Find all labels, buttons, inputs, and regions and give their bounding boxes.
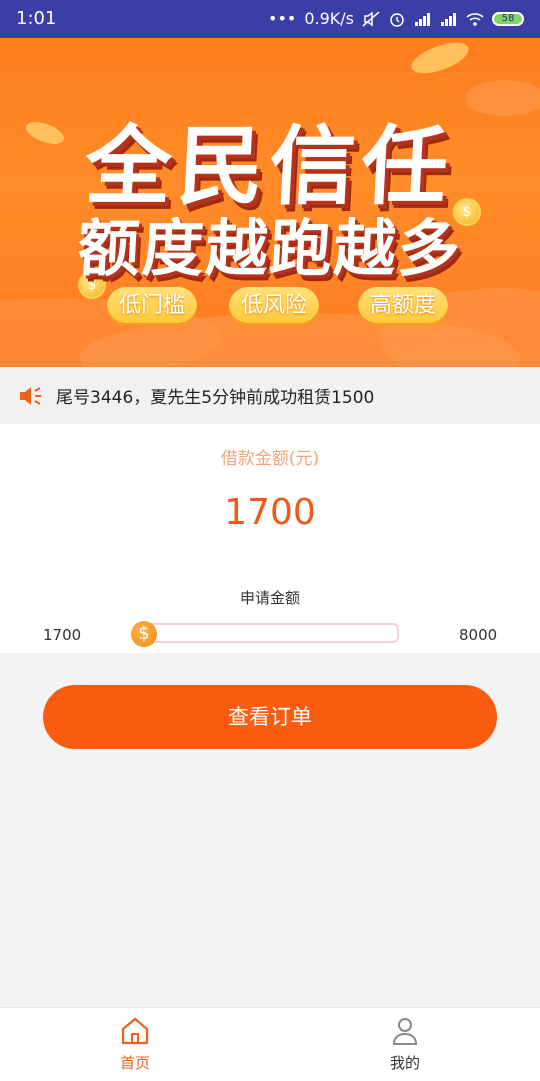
slider-min-label: 1700 <box>43 626 82 644</box>
slider-max-label: 8000 <box>459 626 498 644</box>
nav-label-home: 首页 <box>119 1054 150 1072</box>
notice-text: 尾号3446，夏先生5分钟前成功租赁1500 <box>56 388 375 408</box>
loan-amount-card: 借款金额(元) 1700 申请金额 1700 $ 8000 <box>0 424 540 653</box>
network-speed: 0.9K/s <box>304 9 354 28</box>
promo-banner[interactable]: $ $ 全民信任 额度越跑越多 低门槛 低风险 高额度 <box>0 38 540 367</box>
wifi-icon <box>466 12 484 26</box>
status-icons: ••• 0.9K/s 58 <box>268 9 524 28</box>
nav-label-mine: 我的 <box>389 1054 420 1072</box>
status-bar: 1:01 ••• 0.9K/s 58 <box>0 0 540 38</box>
speaker-icon <box>20 386 41 405</box>
banner-tag-high-limit: 高额度 <box>358 287 449 325</box>
user-icon <box>392 1018 418 1045</box>
status-time: 1:01 <box>16 8 57 29</box>
banner-tag-low-threshold: 低门槛 <box>107 287 198 325</box>
amount-slider-thumb[interactable]: $ <box>131 621 157 647</box>
more-dots-icon: ••• <box>268 9 297 28</box>
battery-level: 58 <box>501 13 515 24</box>
nav-item-mine[interactable]: 我的 <box>365 1016 445 1073</box>
view-order-button[interactable]: 查看订单 <box>43 685 497 749</box>
home-icon <box>121 1017 149 1045</box>
banner-tag-low-risk: 低风险 <box>229 287 320 325</box>
battery-icon: 58 <box>492 11 524 26</box>
signal-icon <box>415 12 430 26</box>
mute-icon <box>362 10 380 27</box>
apply-amount-label: 申请金额 <box>239 589 300 607</box>
nav-item-home[interactable]: 首页 <box>95 1016 175 1073</box>
amount-value: 1700 <box>224 492 316 533</box>
amount-label: 借款金额(元) <box>220 449 320 469</box>
alarm-icon <box>390 12 404 27</box>
signal-icon <box>441 12 456 26</box>
notice-bar: 尾号3446，夏先生5分钟前成功租赁1500 <box>0 367 540 424</box>
bottom-nav: 首页 我的 <box>0 1007 540 1081</box>
banner-title-line2: 额度越跑越多 <box>75 212 464 285</box>
amount-slider-track[interactable] <box>143 623 399 643</box>
